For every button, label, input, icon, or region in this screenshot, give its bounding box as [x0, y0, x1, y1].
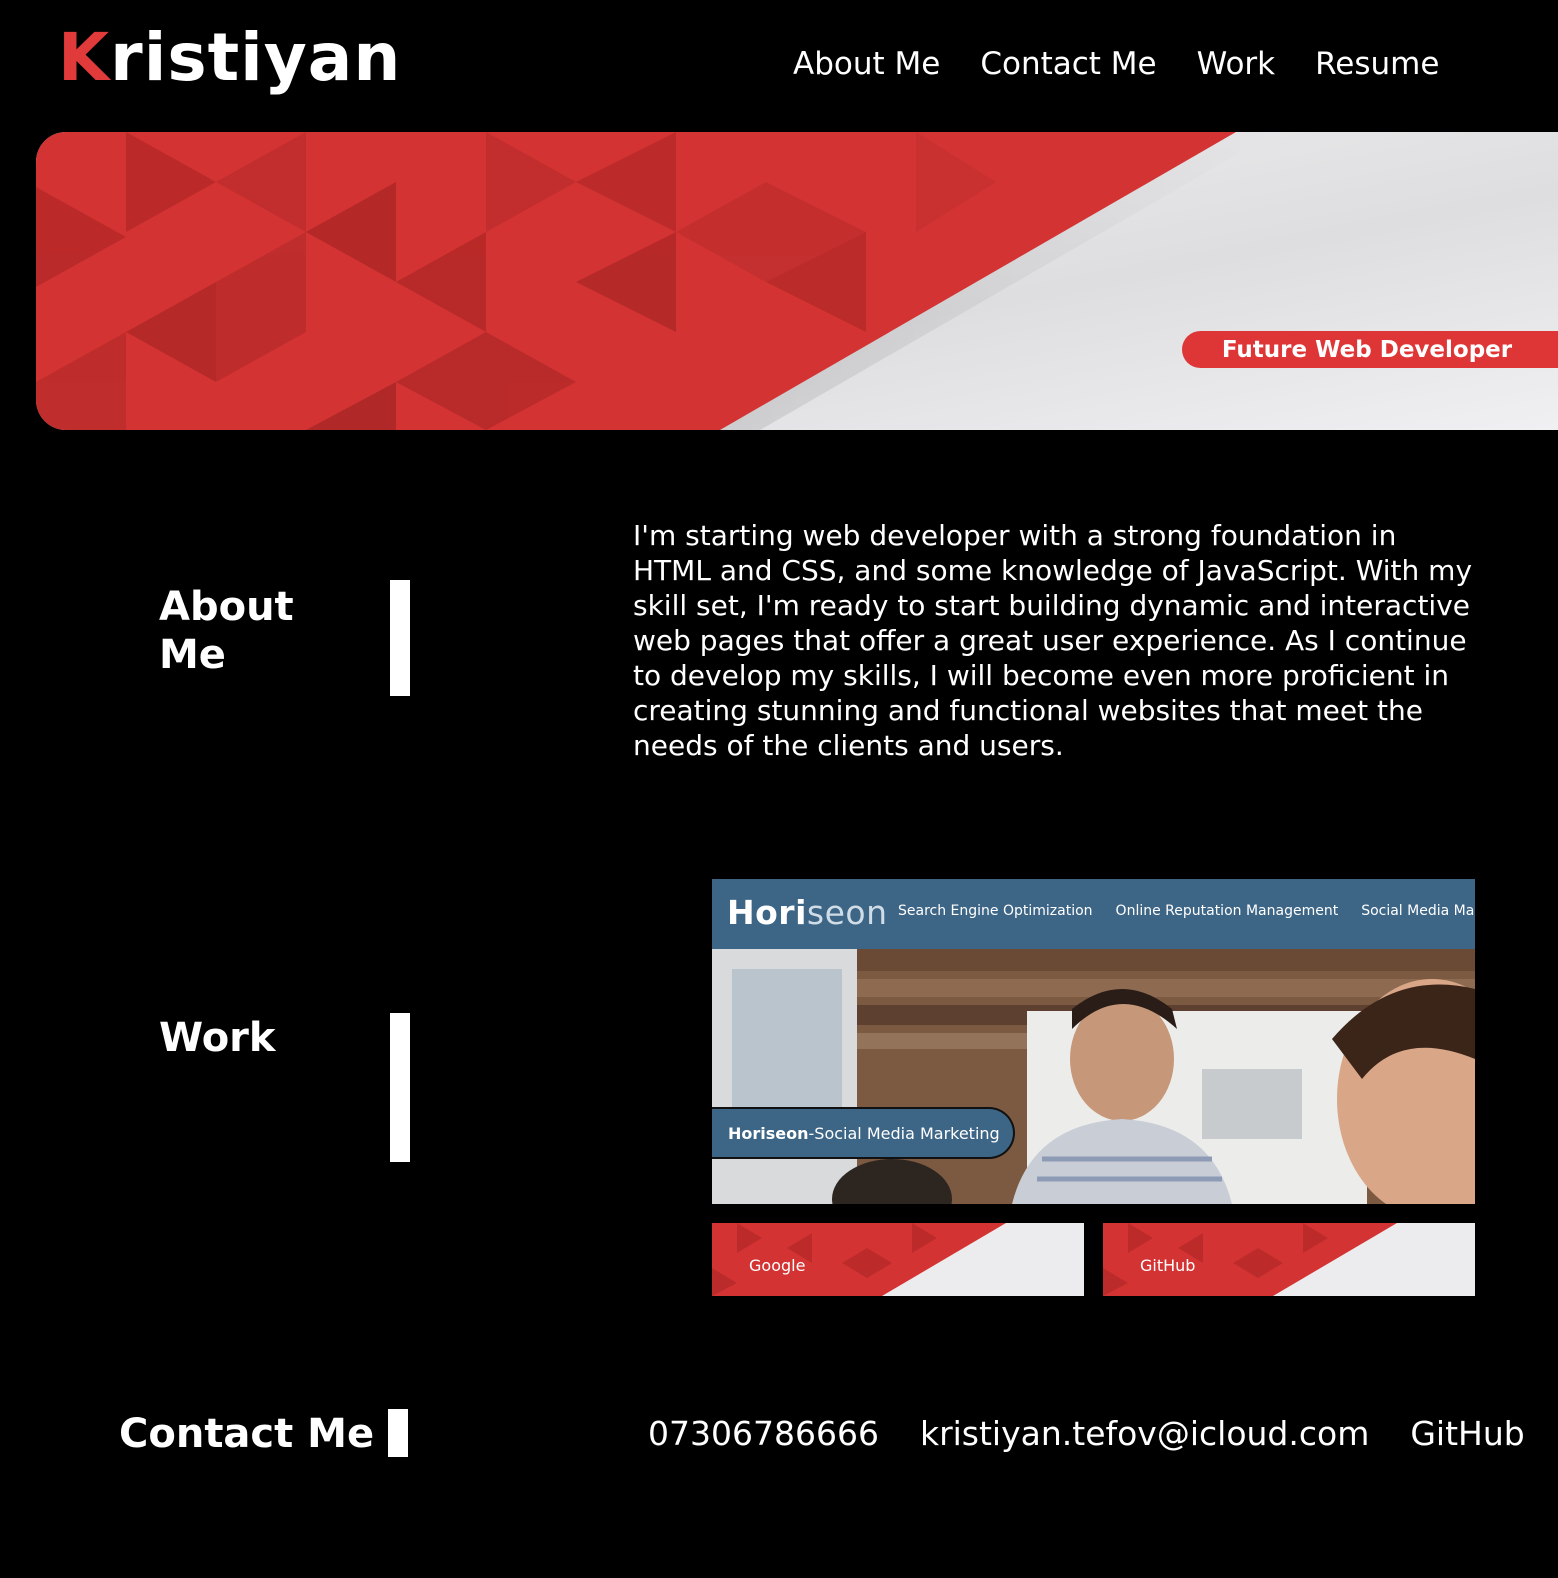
github-link-label: GitHub	[1140, 1256, 1196, 1275]
project-nav-item: Online Reputation Management	[1115, 903, 1339, 919]
logo-first-letter: K	[58, 19, 111, 96]
project-card-horiseon[interactable]: Horiseon Search Engine Optimization Onli…	[712, 879, 1475, 1204]
project-nav-item: Social Media Marketing	[1361, 903, 1475, 919]
site-logo[interactable]: Kristiyan	[58, 22, 401, 94]
work-divider	[390, 1013, 410, 1162]
project-label-rest: -Social Media Marketing	[808, 1123, 1000, 1143]
contact-divider	[388, 1409, 408, 1457]
project-brand-a: Hori	[727, 893, 807, 932]
logo-rest: ristiyan	[110, 19, 402, 96]
nav-about-me[interactable]: About Me	[793, 44, 940, 84]
contact-email[interactable]: kristiyan.tefov@icloud.com	[920, 1413, 1369, 1455]
hero-background	[36, 132, 1558, 430]
main-nav: About Me Contact Me Work Resume	[793, 44, 1479, 84]
about-divider	[390, 580, 410, 696]
project-label: Horiseon -Social Media Marketing	[712, 1107, 1015, 1159]
project-brand: Horiseon	[727, 893, 888, 933]
hero-banner: Future Web Developer	[36, 132, 1558, 430]
work-title: Work	[159, 1015, 276, 1061]
contact-phone[interactable]: 07306786666	[648, 1413, 879, 1455]
contact-github-link[interactable]: GitHub	[1410, 1413, 1524, 1455]
project-label-bold: Horiseon	[728, 1123, 809, 1143]
project-nav-item: Search Engine Optimization	[898, 903, 1093, 919]
project-photo	[712, 949, 1475, 1204]
project-brand-b: seon	[806, 893, 888, 932]
nav-resume[interactable]: Resume	[1315, 44, 1439, 84]
project-nav: Search Engine Optimization Online Reputa…	[898, 903, 1475, 919]
about-text: I'm starting web developer with a strong…	[633, 519, 1473, 762]
project-screenshot-header: Horiseon Search Engine Optimization Onli…	[712, 879, 1475, 949]
nav-contact-me[interactable]: Contact Me	[980, 44, 1156, 84]
hero-badge: Future Web Developer	[1182, 331, 1558, 368]
google-link-card[interactable]: Google	[712, 1223, 1084, 1296]
github-link-card[interactable]: GitHub	[1103, 1223, 1475, 1296]
contact-list: 07306786666 kristiyan.tefov@icloud.com G…	[648, 1413, 1558, 1455]
contact-title: Contact Me	[119, 1411, 375, 1457]
nav-work[interactable]: Work	[1197, 44, 1276, 84]
google-link-label: Google	[749, 1256, 806, 1275]
about-title: About Me	[159, 584, 294, 678]
